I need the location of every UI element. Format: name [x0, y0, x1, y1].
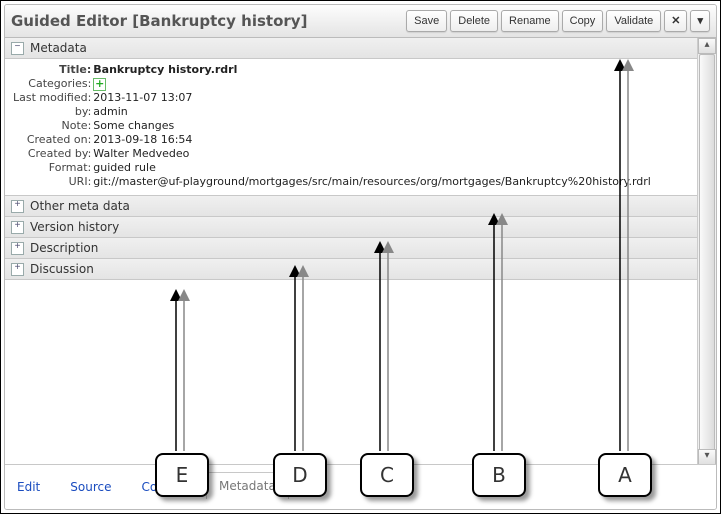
tab-metadata[interactable]: Metadata — [206, 472, 289, 499]
metadata-by-key: by: — [13, 105, 93, 119]
scroll-region: − Metadata Title: Bankruptcy history.rdr… — [5, 38, 698, 465]
metadata-categories-key: Categories: — [13, 77, 93, 91]
tab-source[interactable]: Source — [66, 474, 115, 500]
copy-button[interactable]: Copy — [562, 10, 604, 32]
metadata-uri-value: git://master@uf-playground/mortgages/src… — [93, 175, 651, 189]
scrollbar-vertical[interactable]: ▴ ▾ — [697, 38, 716, 465]
section-metadata-body: Title: Bankruptcy history.rdrl Categorie… — [5, 59, 698, 196]
metadata-note-key: Note: — [13, 119, 93, 133]
expand-icon: + — [11, 242, 24, 255]
title-bar: Guided Editor [Bankruptcy history] Save … — [5, 5, 716, 38]
page-title: Guided Editor [Bankruptcy history] — [11, 12, 307, 30]
section-discussion-header[interactable]: + Discussion — [5, 259, 698, 280]
validate-button[interactable]: Validate — [606, 10, 661, 32]
collapse-icon: − — [11, 42, 24, 55]
section-description-label: Description — [30, 241, 98, 255]
scroll-up-icon[interactable]: ▴ — [698, 38, 716, 54]
section-discussion-label: Discussion — [30, 262, 94, 276]
section-version-header[interactable]: + Version history — [5, 217, 698, 238]
tabs: Edit Source Config Metadata — [5, 464, 716, 509]
section-metadata-label: Metadata — [30, 41, 87, 55]
metadata-created-key: Created on: — [13, 133, 93, 147]
expand-icon: + — [11, 200, 24, 213]
metadata-modified-key: Last modified: — [13, 91, 93, 105]
section-other-label: Other meta data — [30, 199, 130, 213]
section-description-header[interactable]: + Description — [5, 238, 698, 259]
tab-config[interactable]: Config — [137, 474, 184, 500]
menu-button[interactable]: ▾ — [690, 10, 710, 32]
scroll-track[interactable] — [698, 54, 716, 449]
metadata-format-value: guided rule — [93, 161, 651, 175]
scroll-thumb[interactable] — [699, 54, 715, 451]
metadata-table: Title: Bankruptcy history.rdrl Categorie… — [13, 63, 651, 189]
metadata-createdby-key: Created by: — [13, 147, 93, 161]
metadata-created-value: 2013-09-18 16:54 — [93, 133, 651, 147]
expand-icon: + — [11, 263, 24, 276]
rename-button[interactable]: Rename — [501, 10, 559, 32]
metadata-title-key: Title: — [13, 63, 93, 77]
metadata-uri-key: URI: — [13, 175, 93, 189]
expand-icon: + — [11, 221, 24, 234]
metadata-format-key: Format: — [13, 161, 93, 175]
metadata-note-value: Some changes — [93, 119, 651, 133]
metadata-by-value: admin — [93, 105, 651, 119]
section-other-header[interactable]: + Other meta data — [5, 196, 698, 217]
add-category-icon[interactable]: + — [93, 78, 106, 91]
metadata-createdby-value: Walter Medvedeo — [93, 147, 651, 161]
tab-edit[interactable]: Edit — [13, 474, 44, 500]
metadata-title-value: Bankruptcy history.rdrl — [93, 63, 651, 77]
section-version-label: Version history — [30, 220, 119, 234]
scroll-down-icon[interactable]: ▾ — [698, 449, 716, 465]
metadata-modified-value: 2013-11-07 13:07 — [93, 91, 651, 105]
content-area: − Metadata Title: Bankruptcy history.rdr… — [5, 38, 716, 465]
section-metadata-header[interactable]: − Metadata — [5, 38, 698, 59]
close-button[interactable]: ✕ — [664, 10, 687, 32]
delete-button[interactable]: Delete — [450, 10, 498, 32]
save-button[interactable]: Save — [406, 10, 447, 32]
